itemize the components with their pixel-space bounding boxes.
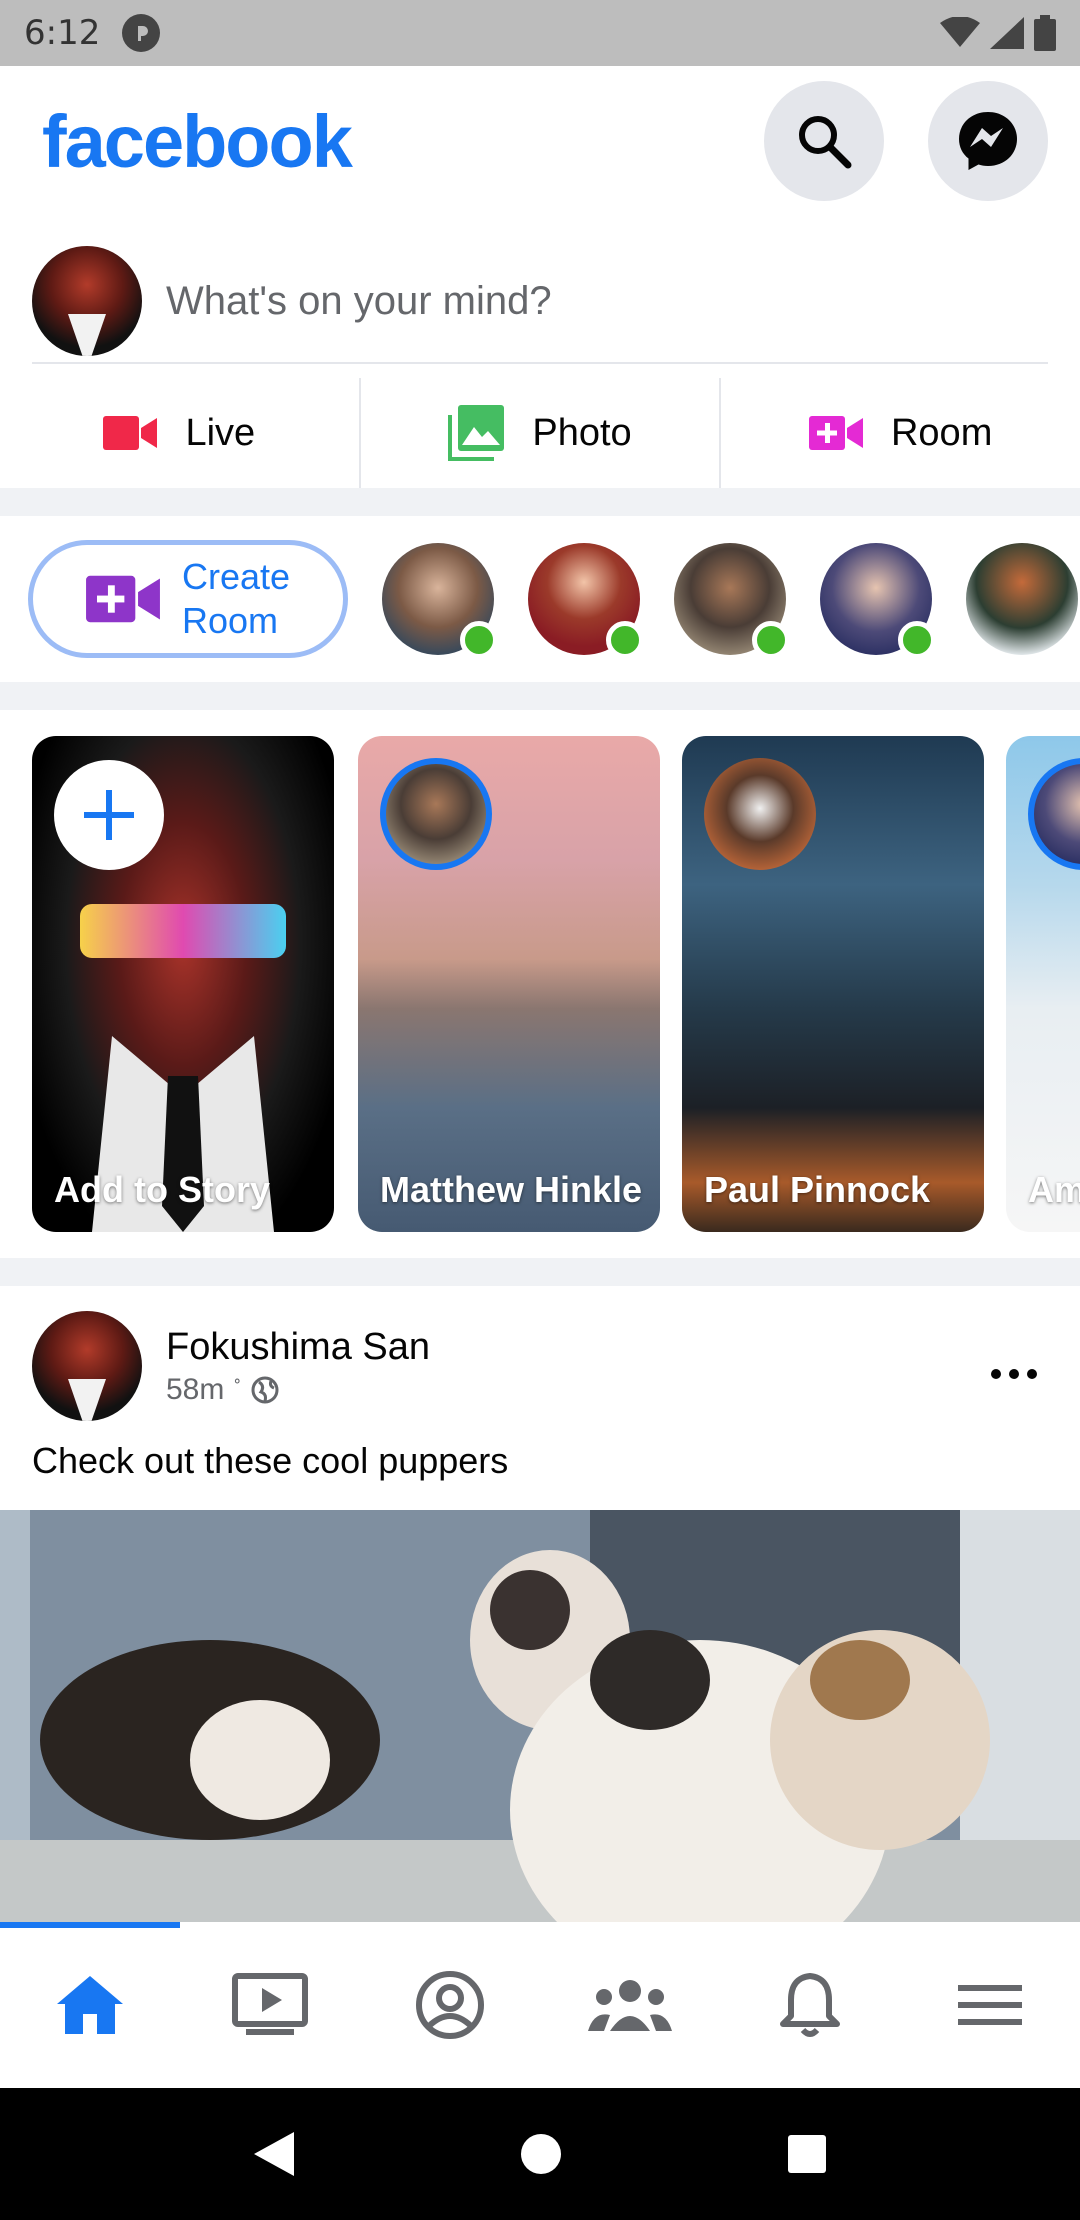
post-timestamp: 58m ˚: [166, 1373, 430, 1407]
story-card[interactable]: Paul Pinnock: [682, 736, 984, 1232]
profile-icon: [416, 1971, 484, 2039]
nav-watch[interactable]: [180, 1922, 360, 2088]
search-icon: [799, 116, 852, 169]
online-indicator: [752, 621, 790, 659]
story-author-name: Am: [1028, 1169, 1080, 1210]
menu-icon: [958, 1985, 1022, 2025]
post-header: Fokushima San 58m ˚: [32, 1310, 1048, 1422]
composer-actions: Live Photo Room: [0, 378, 1080, 488]
add-story-label: Add to Story: [54, 1169, 270, 1210]
story-card[interactable]: Am: [1006, 736, 1080, 1232]
battery-icon: [1034, 15, 1056, 51]
room-friend-avatar[interactable]: [820, 543, 936, 659]
app-header: facebook: [0, 66, 1080, 216]
status-composer[interactable]: What's on your mind?: [32, 240, 1048, 364]
search-button[interactable]: [764, 81, 884, 201]
section-divider: [0, 488, 1080, 516]
rooms-row: Create Room: [0, 516, 1080, 682]
puppies-photo: [0, 1510, 1080, 1922]
stories-tray: Add to Story Matthew Hinkle Paul Pinnock…: [0, 736, 1080, 1232]
home-circle-icon[interactable]: [519, 2132, 563, 2176]
room-friend-avatar[interactable]: [966, 543, 1078, 655]
online-indicator: [460, 621, 498, 659]
room-friend-avatar[interactable]: [382, 543, 498, 659]
nav-groups[interactable]: [540, 1922, 720, 2088]
dot-separator: ˚: [234, 1378, 242, 1400]
my-avatar[interactable]: [32, 246, 142, 356]
globe-icon: [251, 1376, 279, 1403]
section-divider: [0, 1258, 1080, 1286]
photo-label: Photo: [532, 411, 632, 454]
online-indicator: [606, 621, 644, 659]
status-bar: 6:12: [0, 0, 1080, 66]
more-options-icon[interactable]: [990, 1342, 1038, 1390]
app-notification-icon: [122, 14, 161, 52]
watch-video-icon: [232, 1973, 308, 2035]
messenger-icon: [959, 112, 1017, 170]
post-photo[interactable]: [0, 1510, 1080, 1922]
live-button[interactable]: Live: [0, 378, 361, 488]
facebook-logo[interactable]: facebook: [42, 99, 353, 184]
status-time: 6:12: [24, 13, 101, 53]
room-label: Room: [890, 411, 993, 454]
video-plus-icon: [86, 575, 160, 623]
recents-icon[interactable]: [786, 2133, 828, 2175]
room-friend-avatar[interactable]: [674, 543, 790, 659]
section-divider: [0, 682, 1080, 710]
create-room-button[interactable]: Create Room: [28, 540, 348, 658]
online-indicator: [898, 621, 936, 659]
story-card[interactable]: Matthew Hinkle: [358, 736, 660, 1232]
groups-icon: [588, 1980, 672, 2031]
story-avatar: [380, 758, 492, 870]
post-author-avatar[interactable]: [32, 1311, 142, 1421]
story-avatar: [704, 758, 816, 870]
photo-gallery-icon: [448, 405, 505, 461]
story-author-name: Paul Pinnock: [704, 1169, 931, 1210]
messenger-button[interactable]: [928, 81, 1048, 201]
add-story-button[interactable]: [54, 760, 164, 870]
video-plus-icon: [808, 416, 863, 450]
post-time: 58m: [166, 1372, 225, 1406]
bottom-navigation: [0, 1922, 1080, 2088]
create-room-label-line1: Create: [181, 556, 291, 597]
plus-icon: [84, 790, 134, 840]
home-icon: [57, 1976, 123, 2034]
story-author-name: Matthew Hinkle: [380, 1169, 643, 1210]
post-author-name[interactable]: Fokushima San: [166, 1326, 430, 1369]
room-button[interactable]: Room: [721, 378, 1080, 488]
room-friend-avatar[interactable]: [528, 543, 644, 659]
signal-icon: [990, 17, 1024, 49]
status-icons: [940, 15, 1056, 51]
nav-profile[interactable]: [360, 1922, 540, 2088]
add-story-card[interactable]: Add to Story: [32, 736, 334, 1232]
system-navigation-bar: [0, 2088, 1080, 2220]
active-tab-indicator: [0, 1922, 180, 1928]
post-text: Check out these cool puppers: [32, 1440, 509, 1481]
nav-home[interactable]: [0, 1922, 180, 2088]
video-camera-icon: [103, 416, 158, 450]
create-room-label-line2: Room: [181, 600, 278, 641]
bell-icon: [780, 1973, 840, 2037]
nav-notifications[interactable]: [720, 1922, 900, 2088]
back-icon[interactable]: [252, 2130, 296, 2178]
nav-menu[interactable]: [900, 1922, 1080, 2088]
story-avatar: [1028, 758, 1080, 870]
photo-button[interactable]: Photo: [361, 378, 722, 488]
wifi-icon: [940, 17, 980, 47]
composer-placeholder[interactable]: What's on your mind?: [166, 279, 552, 324]
live-label: Live: [185, 411, 256, 454]
